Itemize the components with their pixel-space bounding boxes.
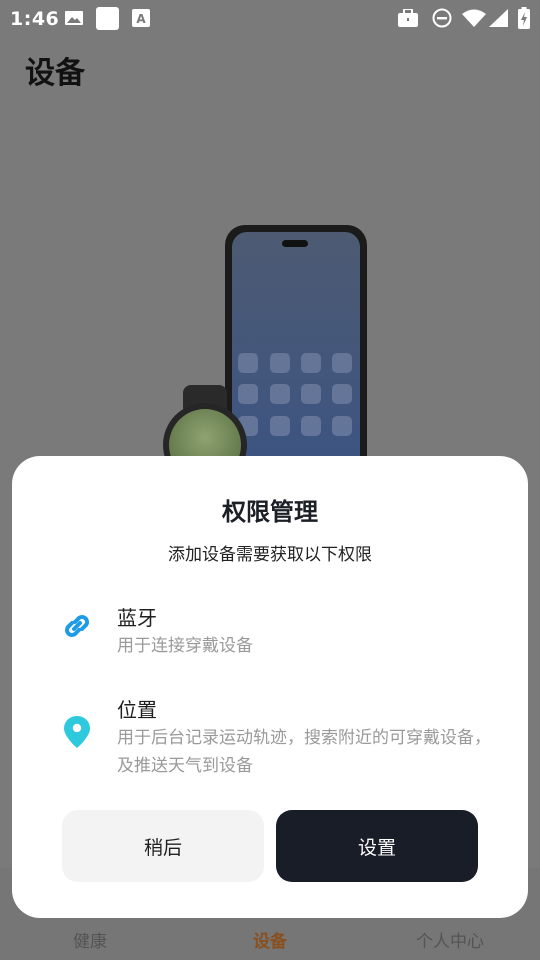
- permission-dialog: 权限管理 添加设备需要获取以下权限 蓝牙 用于连接穿戴设备 位置 用于后台记录运…: [12, 456, 528, 918]
- svg-text:A: A: [136, 12, 146, 26]
- dialog-subtitle: 添加设备需要获取以下权限: [168, 545, 372, 565]
- link-icon: [65, 615, 89, 637]
- dialog-title: 权限管理: [222, 498, 318, 526]
- wifi-icon: [462, 9, 486, 27]
- permission-name: 蓝牙: [117, 606, 157, 630]
- do-not-disturb-icon: [432, 8, 452, 28]
- page-title: 设备: [25, 56, 85, 91]
- location-pin-icon: [64, 716, 90, 748]
- permission-description: 用于后台记录运动轨迹，搜索附近的可穿戴设备，及推送天气到设备: [117, 728, 491, 776]
- status-bar: 1:46 A: [0, 0, 540, 36]
- status-time: 1:46: [10, 8, 60, 30]
- square-icon: [96, 7, 119, 30]
- keyboard-a-icon: A: [132, 9, 150, 27]
- later-button[interactable]: 稍后: [62, 810, 264, 882]
- permission-name: 位置: [117, 698, 157, 722]
- nav-item-devices[interactable]: 设备: [210, 927, 330, 952]
- device-illustration: [163, 225, 367, 460]
- permission-description: 用于连接穿戴设备: [117, 636, 253, 656]
- image-icon: [65, 11, 83, 25]
- nav-item-health[interactable]: 健康: [30, 927, 150, 952]
- signal-icon: [489, 9, 508, 27]
- settings-button[interactable]: 设置: [276, 810, 478, 882]
- battery-icon: [518, 7, 530, 29]
- briefcase-icon: [398, 9, 418, 27]
- nav-item-profile[interactable]: 个人中心: [390, 927, 510, 952]
